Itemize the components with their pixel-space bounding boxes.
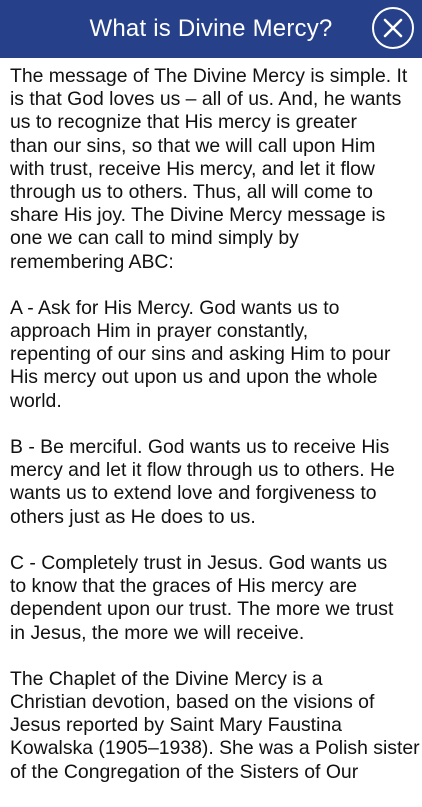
text-line: than our sins, so that we will call upon… [10,134,376,157]
text-line: Kowalska (1905–1938). She was a Polish s… [10,737,420,760]
text-line: one we can call to mind simply by [10,227,299,250]
text-line: share His joy. The Divine Mercy message … [10,204,386,227]
text-line: repenting of our sins and asking Him to … [10,343,391,366]
text-line: through us to others. Thus, all will com… [10,180,373,203]
text-line: dependent upon our trust. The more we tr… [10,598,394,621]
text-line: to know that the graces of His mercy are [10,575,358,598]
text-line: approach Him in prayer constantly, [10,320,309,343]
text-line: with trust, receive His mercy, and let i… [10,157,375,180]
text-line: is that God loves us – all of us. And, h… [10,88,402,111]
close-icon [383,18,403,38]
text-line: of the Congregation of the Sisters of Ou… [10,760,359,783]
paragraph-intro: The message of The Divine Mercy is simpl… [10,65,414,274]
text-line: in Jesus, the more we will receive. [10,621,305,644]
page-title: What is Divine Mercy? [89,15,333,42]
text-line: B - Be merciful. God wants us to receive… [10,436,390,458]
paragraph-c-trust: C - Completely trust in Jesus. God wants… [10,552,414,645]
text-line: Christian devotion, based on the visions… [10,691,375,714]
text-line: us to recognize that His mercy is greate… [10,111,358,134]
paragraph-b-be-merciful: B - Be merciful. God wants us to receive… [10,436,414,529]
text-line: C - Completely trust in Jesus. God wants… [10,551,388,574]
text-line: His mercy out upon us and upon the whole [10,366,378,389]
text-line: others just as He does to us. [10,505,256,528]
paragraph-a-ask: A - Ask for His Mercy. God wants us to a… [10,297,414,413]
text-line: mercy and let it flow through us to othe… [10,459,395,482]
text-line: remembering ABC: [10,250,174,273]
text-line: Jesus reported by Saint Mary Faustina [10,714,342,737]
text-line: wants us to extend love and forgiveness … [10,482,377,505]
close-button[interactable] [372,7,414,49]
text-line: The Chaplet of the Divine Mercy is a [10,667,323,690]
article-body: The message of The Divine Mercy is simpl… [10,65,420,807]
text-line: The message of The Divine Mercy is simpl… [10,65,408,87]
app-header: What is Divine Mercy? [0,0,422,58]
text-line: A - Ask for His Mercy. God wants us to [10,296,340,319]
text-line: world. [10,389,62,412]
paragraph-chaplet: The Chaplet of the Divine Mercy is a Chr… [10,667,420,784]
